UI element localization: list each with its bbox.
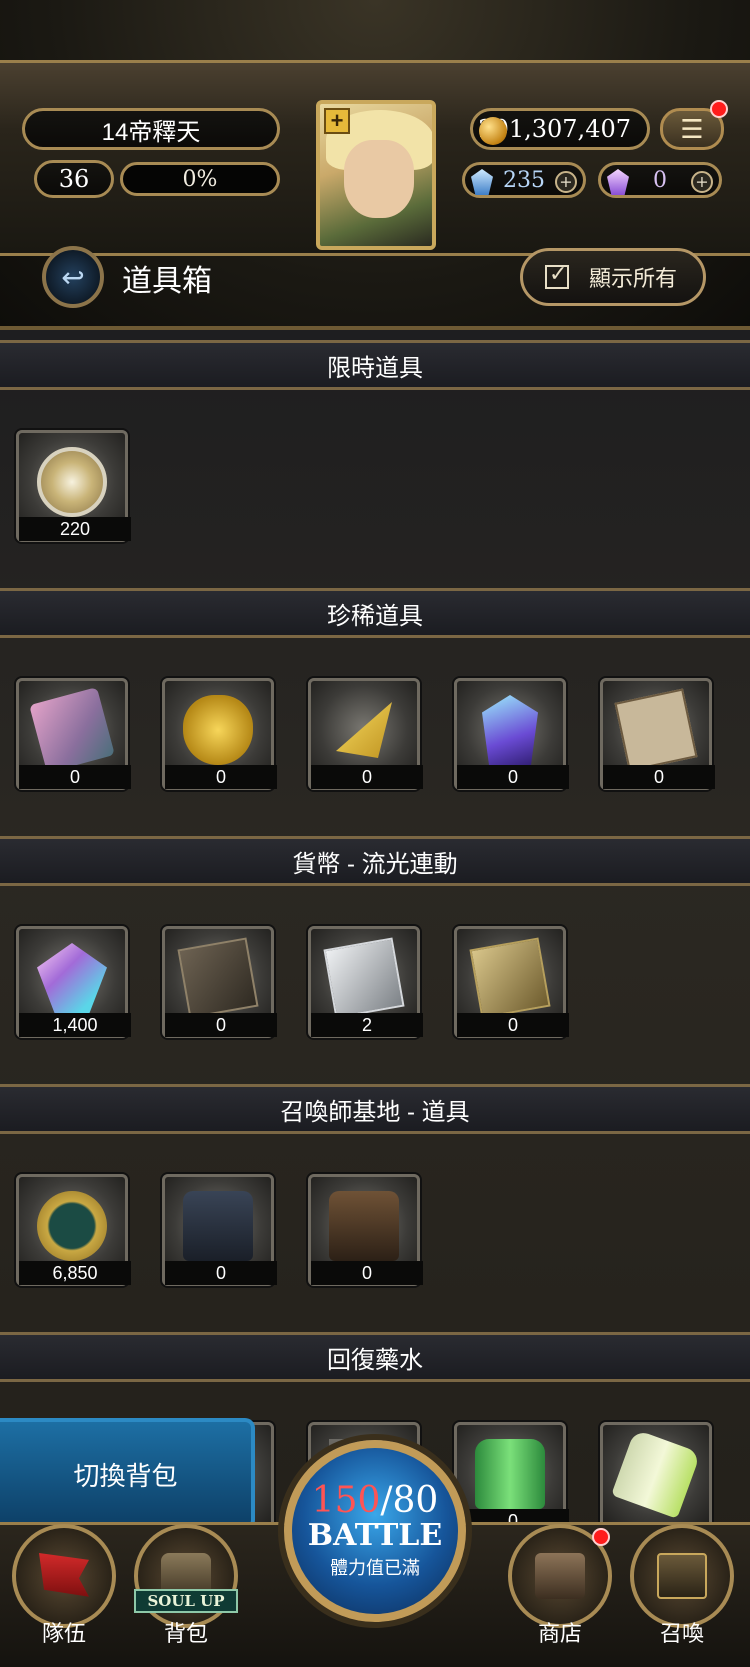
menu-notification-dot (710, 100, 728, 118)
blue-gem-icon (471, 169, 493, 195)
item-slot[interactable]: 0 (162, 1174, 277, 1286)
purple-gem-icon (607, 169, 629, 195)
gold-medallion-icon (37, 447, 107, 517)
stamina-max: /80 (380, 1479, 439, 1521)
golden-horn-icon (336, 702, 392, 758)
rainbow-gem-icon (37, 943, 107, 1013)
rune-scroll-icon (614, 688, 698, 772)
item-count: 0 (165, 765, 277, 789)
item-count: 0 (165, 1261, 277, 1285)
nav-summon-label: 召喚 (659, 1621, 704, 1646)
stamina-display: 150/80 (311, 1479, 439, 1521)
battle-label: BATTLE (307, 1517, 443, 1553)
section-header: 珍稀道具 (0, 588, 750, 638)
gold-card-icon (469, 937, 551, 1019)
item-slot[interactable] (600, 1422, 712, 1534)
blue-gem-counter[interactable]: 235 + (462, 162, 586, 198)
item-slot[interactable]: 1,400 (16, 926, 131, 1038)
player-avatar[interactable]: + (316, 100, 436, 250)
item-count: 0 (603, 765, 715, 789)
green-medal-icon (37, 1191, 107, 1261)
show-all-checkbox-icon[interactable] (545, 261, 569, 289)
item-slot[interactable]: 6,850 (16, 1174, 131, 1286)
avatar-face (344, 140, 414, 218)
add-blue-gem-icon[interactable]: + (555, 171, 577, 193)
shop-notification-dot (592, 1528, 610, 1546)
item-slot[interactable]: 0 (600, 678, 715, 790)
section-header: 召喚師基地 - 道具 (0, 1084, 750, 1134)
stamina-current: 150 (311, 1479, 381, 1521)
section-header: 貨幣 - 流光連動 (0, 836, 750, 886)
blue-gem-amount: 235 (503, 167, 545, 193)
section-header: 限時道具 (0, 340, 750, 390)
item-slot[interactable]: 2 (308, 926, 423, 1038)
back-button[interactable]: ↩ (42, 246, 104, 308)
add-purple-gem-icon[interactable]: + (691, 171, 713, 193)
top-header: 14帝釋天 36 0% + 201,307,407 ☰ 235 + 0 + ↩ … (0, 0, 750, 330)
purple-gem-counter[interactable]: 0 + (598, 162, 722, 198)
nav-shop-label: 商店 (537, 1621, 582, 1646)
silver-card-icon (323, 937, 405, 1019)
item-count: 220 (19, 517, 131, 541)
item-count: 0 (19, 765, 131, 789)
switch-bag-button[interactable]: 切換背包 (0, 1418, 255, 1530)
item-count: 0 (165, 1013, 277, 1037)
item-count: 6,850 (19, 1261, 131, 1285)
player-level: 36 (34, 160, 114, 198)
summon-card-icon (657, 1553, 707, 1599)
avatar-plus-icon[interactable]: + (324, 108, 350, 134)
item-slot[interactable]: 0 (308, 1174, 423, 1286)
nav-bag-label: 背包 (163, 1621, 208, 1646)
item-count: 0 (311, 765, 423, 789)
item-count: 0 (457, 1013, 569, 1037)
item-slot[interactable]: 0 (16, 678, 131, 790)
soda-bottle-icon (475, 1439, 545, 1509)
item-count: 0 (311, 1261, 423, 1285)
item-slot[interactable]: 0 (454, 1422, 569, 1534)
item-count: 0 (457, 765, 569, 789)
section-header: 回復藥水 (0, 1332, 750, 1382)
battle-button[interactable]: 150/80 BATTLE 體力值已滿 (284, 1440, 466, 1622)
menu-icon: ☰ (680, 113, 704, 144)
bronze-card-icon (177, 937, 259, 1019)
nav-summon-button[interactable] (630, 1524, 734, 1628)
item-slot[interactable]: 220 (16, 430, 131, 542)
back-arrow-icon: ↩ (61, 261, 85, 293)
blue-crystal-icon (482, 695, 538, 765)
show-all-button[interactable]: 顯示所有 (520, 248, 706, 306)
show-all-label: 顯示所有 (589, 266, 678, 291)
item-count: 2 (311, 1013, 423, 1037)
nav-team-label: 隊伍 (41, 1621, 86, 1646)
pink-map-icon (29, 687, 115, 773)
dark-backpack-icon (183, 1191, 253, 1261)
soul-up-badge: SOUL UP (134, 1589, 238, 1613)
stamina-status: 體力值已滿 (330, 1557, 420, 1578)
exp-bar: 0% (120, 162, 280, 196)
gold-coin-icon (479, 117, 507, 145)
player-name: 14帝釋天 (22, 108, 280, 150)
item-count: 1,400 (19, 1013, 131, 1037)
brown-backpack-icon (329, 1191, 399, 1261)
purple-gem-amount: 0 (653, 167, 667, 193)
gold-counter[interactable]: 201,307,407 (470, 108, 650, 150)
item-slot[interactable]: 0 (162, 678, 277, 790)
item-slot[interactable]: 0 (454, 678, 569, 790)
shop-sign-icon (535, 1553, 585, 1599)
item-slot[interactable]: 0 (454, 926, 569, 1038)
item-slot[interactable]: 0 (308, 678, 423, 790)
golden-heart-icon (183, 695, 253, 765)
nav-team-button[interactable] (12, 1524, 116, 1628)
tea-bottle-icon (611, 1429, 701, 1519)
item-slot[interactable]: 0 (162, 926, 277, 1038)
flag-icon (39, 1553, 89, 1597)
page-title: 道具箱 (122, 265, 212, 298)
